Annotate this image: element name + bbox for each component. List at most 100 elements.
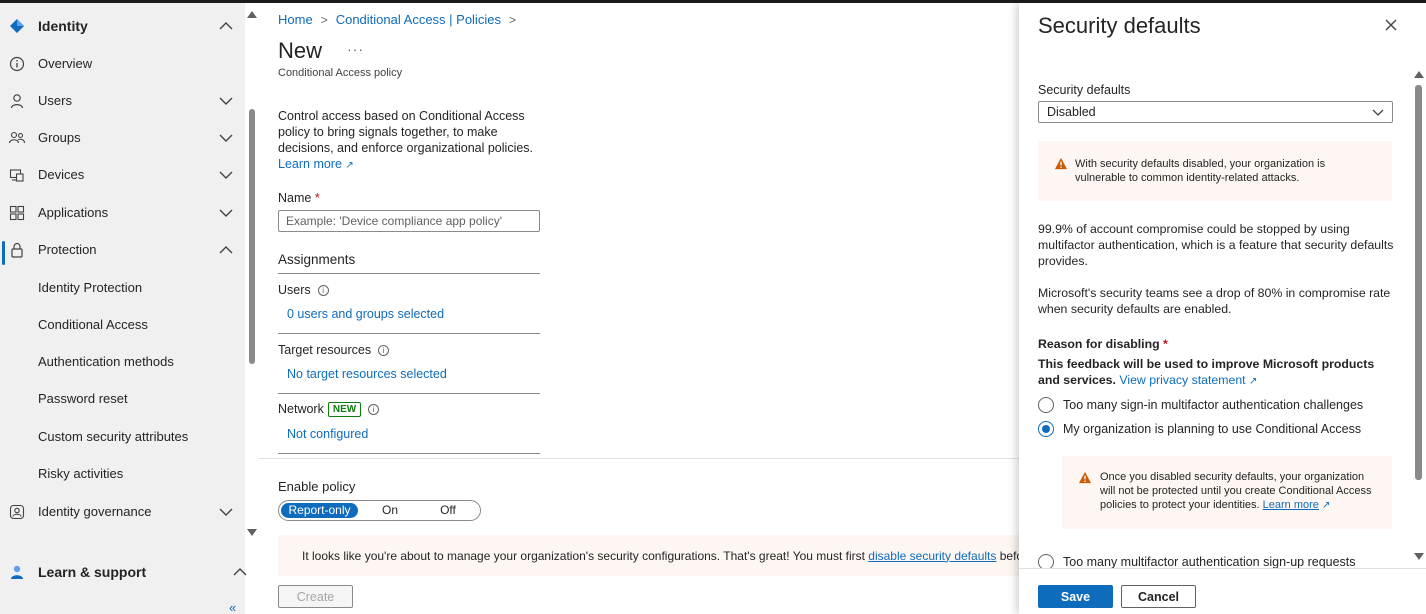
toggle-report-only[interactable]: Report-only (281, 503, 358, 518)
chevron-down-icon[interactable] (217, 204, 235, 222)
warning-text: It looks like you're about to manage you… (302, 548, 1019, 563)
chevron-down-icon[interactable] (217, 129, 235, 147)
breadcrumb-home[interactable]: Home (278, 12, 313, 27)
users-label: Users i (278, 283, 329, 297)
divider (278, 333, 540, 334)
sidebar-item-label: Applications (38, 205, 109, 220)
new-badge: NEW (327, 402, 362, 418)
chevron-up-icon[interactable] (231, 563, 249, 581)
toggle-on[interactable]: On (365, 503, 415, 518)
sidebar-item-label: Devices (38, 167, 85, 182)
required-asterisk: * (314, 191, 320, 205)
info-icon[interactable]: i (368, 404, 380, 416)
radio-button[interactable] (1038, 554, 1054, 568)
reason-option-signin-challenges[interactable]: Too many sign-in multifactor authenticat… (1038, 397, 1363, 413)
sidebar-item-identity[interactable]: Identity (0, 7, 245, 44)
divider (278, 393, 540, 394)
radio-button-selected[interactable] (1038, 421, 1054, 437)
sidebar-item-protection[interactable]: Protection (0, 231, 245, 268)
sidebar-item-identity-governance[interactable]: Identity governance (0, 493, 245, 530)
sidebar-item-risky-activities[interactable]: Risky activities (0, 455, 245, 492)
assignments-heading: Assignments (278, 252, 356, 267)
sidebar-item-conditional-access[interactable]: Conditional Access (0, 306, 245, 343)
sidebar-item-label: Identity (38, 17, 88, 34)
sidebar-item-label: Protection (38, 242, 97, 257)
sidebar-item-custom-security-attributes[interactable]: Custom security attributes (0, 418, 245, 455)
scrollbar-thumb[interactable] (249, 109, 255, 364)
panel-scrollbar[interactable] (1412, 71, 1426, 563)
sidebar-item-label: Learn & support (38, 563, 147, 580)
security-defaults-label: Security defaults (1038, 83, 1131, 97)
sidebar-item-identity-protection[interactable]: Identity Protection (0, 269, 245, 306)
scroll-down-arrow-icon[interactable] (1414, 553, 1424, 560)
users-selection-link[interactable]: 0 users and groups selected (287, 307, 444, 321)
devices-icon (7, 165, 27, 185)
chevron-up-icon[interactable] (217, 241, 235, 259)
scrollbar-thumb[interactable] (1415, 85, 1422, 480)
sidebar-item-devices[interactable]: Devices (0, 156, 245, 193)
chevron-down-icon[interactable] (217, 166, 235, 184)
radio-label: My organization is planning to use Condi… (1063, 422, 1362, 436)
chevron-down-icon[interactable] (217, 92, 235, 110)
security-defaults-dropdown[interactable]: Disabled (1038, 101, 1393, 123)
section-divider (259, 458, 1019, 459)
network-label: Network NEW i (278, 402, 380, 418)
sidebar-item-overview[interactable]: Overview (0, 45, 245, 82)
name-label: Name * (278, 191, 320, 205)
person-icon (7, 91, 27, 111)
radio-label: Too many multifactor authentication sign… (1063, 555, 1356, 568)
scroll-up-arrow-icon[interactable] (247, 11, 257, 18)
sidebar-item-groups[interactable]: Groups (0, 119, 245, 156)
toggle-off[interactable]: Off (422, 503, 474, 518)
radio-button[interactable] (1038, 397, 1054, 413)
sidebar-item-password-reset[interactable]: Password reset (0, 380, 245, 417)
save-button[interactable]: Save (1038, 585, 1113, 608)
info-icon[interactable]: i (317, 285, 329, 297)
sidebar-item-learn-support[interactable]: Learn & support (0, 553, 247, 590)
sidebar-item-users[interactable]: Users (0, 82, 245, 119)
reason-option-conditional-access[interactable]: My organization is planning to use Condi… (1038, 421, 1361, 437)
sidebar-item-applications[interactable]: Applications (0, 194, 245, 231)
divider (278, 453, 540, 454)
radio-label: Too many sign-in multifactor authenticat… (1063, 398, 1364, 412)
page-subtitle: Conditional Access policy (278, 67, 403, 79)
network-link[interactable]: Not configured (287, 427, 368, 441)
close-icon[interactable] (1383, 17, 1399, 33)
identity-diamond-icon (7, 16, 27, 36)
divider (278, 273, 540, 274)
breadcrumb-policies[interactable]: Conditional Access | Policies (336, 12, 501, 27)
target-resources-link[interactable]: No target resources selected (287, 367, 447, 381)
create-button[interactable]: Create (278, 585, 353, 608)
learn-more-link[interactable]: Learn more ↗ (278, 157, 354, 171)
more-options-icon[interactable]: ··· (347, 41, 364, 57)
reason-option-signup-requests[interactable]: Too many multifactor authentication sign… (1038, 554, 1356, 568)
security-defaults-panel: Security defaults Security defaults Disa… (1019, 3, 1426, 614)
sidebar-item-label: Identity governance (38, 504, 152, 519)
scroll-up-arrow-icon[interactable] (1414, 71, 1424, 78)
main-content: Home > Conditional Access | Policies > N… (259, 3, 1019, 614)
sidebar-item-label: Conditional Access (38, 317, 148, 332)
scroll-down-arrow-icon[interactable] (247, 529, 257, 536)
people-icon (7, 128, 27, 148)
privacy-statement-link[interactable]: View privacy statement ↗ (1119, 373, 1257, 387)
chevron-down-icon[interactable] (217, 503, 235, 521)
name-field[interactable] (278, 210, 540, 232)
sidebar-scrollbar[interactable] (245, 3, 259, 538)
warning-icon (1078, 471, 1092, 484)
info-icon[interactable]: i (378, 345, 390, 357)
cancel-button[interactable]: Cancel (1121, 585, 1196, 608)
learn-more-link[interactable]: Learn more (1263, 499, 1319, 511)
info-circle-icon (7, 54, 27, 74)
sidebar-item-label: Risky activities (38, 466, 124, 481)
page-title: New (278, 38, 323, 63)
disable-security-defaults-link[interactable]: disable security defaults (868, 549, 996, 563)
collapse-sidebar-icon[interactable]: « (229, 600, 236, 614)
lock-icon (7, 240, 27, 260)
description-text: Control access based on Conditional Acce… (278, 109, 534, 155)
sidebar-item-authentication-methods[interactable]: Authentication methods (0, 343, 245, 380)
external-link-icon: ↗ (1249, 376, 1258, 387)
panel-title: Security defaults (1038, 13, 1201, 38)
reason-label: Reason for disabling * (1038, 337, 1168, 351)
breadcrumb: Home > Conditional Access | Policies > (278, 12, 516, 27)
chevron-up-icon[interactable] (217, 17, 235, 35)
